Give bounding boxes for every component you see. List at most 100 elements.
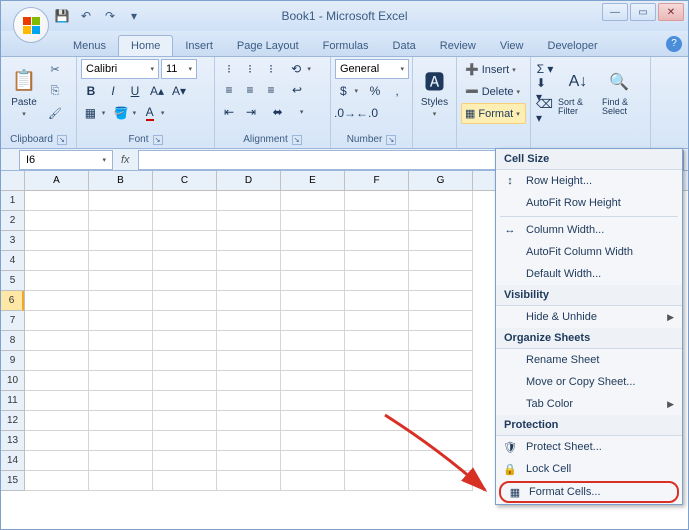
row-header[interactable]: 15 — [1, 471, 24, 491]
tab-menus[interactable]: Menus — [61, 36, 118, 56]
cell[interactable] — [89, 311, 153, 331]
cell[interactable] — [89, 371, 153, 391]
cell[interactable] — [217, 231, 281, 251]
cell[interactable] — [345, 231, 409, 251]
cell[interactable] — [281, 411, 345, 431]
cell[interactable] — [409, 431, 473, 451]
cell[interactable] — [89, 231, 153, 251]
cell[interactable] — [25, 191, 89, 211]
cell[interactable] — [281, 231, 345, 251]
row-header[interactable]: 13 — [1, 431, 24, 451]
menu-lock-cell[interactable]: 🔒Lock Cell — [496, 458, 682, 480]
orientation-button[interactable]: ⟲▾ — [287, 59, 315, 79]
percent-format-button[interactable]: % — [365, 81, 385, 101]
column-header[interactable]: G — [409, 171, 473, 190]
increase-decimal-button[interactable]: .0→ — [335, 103, 355, 123]
fill-color-button[interactable]: 🪣▾ — [111, 103, 139, 123]
menu-default-width[interactable]: Default Width... — [496, 263, 682, 285]
help-button[interactable]: ? — [666, 36, 682, 52]
cell[interactable] — [345, 191, 409, 211]
cell[interactable] — [345, 411, 409, 431]
cell[interactable] — [345, 271, 409, 291]
row-header[interactable]: 12 — [1, 411, 24, 431]
select-all-corner[interactable] — [1, 171, 25, 191]
paste-button[interactable]: 📋 Paste ▾ — [5, 59, 43, 125]
cell[interactable] — [153, 471, 217, 491]
cell[interactable] — [217, 351, 281, 371]
accounting-format-button[interactable]: $▾ — [335, 81, 363, 101]
cell[interactable] — [409, 271, 473, 291]
cell[interactable] — [153, 331, 217, 351]
cell[interactable] — [25, 471, 89, 491]
merge-center-button[interactable]: ⬌▾ — [263, 102, 313, 122]
cell[interactable] — [89, 271, 153, 291]
undo-icon[interactable]: ↶ — [75, 5, 97, 27]
cut-icon[interactable]: ✂ — [45, 59, 65, 79]
row-header[interactable]: 2 — [1, 211, 24, 231]
cell[interactable] — [217, 411, 281, 431]
cell[interactable] — [89, 471, 153, 491]
cell[interactable] — [217, 471, 281, 491]
tab-developer[interactable]: Developer — [536, 36, 610, 56]
cell[interactable] — [25, 351, 89, 371]
menu-autofit-row[interactable]: AutoFit Row Height — [496, 192, 682, 214]
column-header[interactable]: F — [345, 171, 409, 190]
cell[interactable] — [281, 331, 345, 351]
font-name-combo[interactable]: Calibri▾ — [81, 59, 159, 79]
clear-button[interactable]: ⌫ ▾ — [535, 101, 555, 121]
row-header[interactable]: 6 — [1, 291, 24, 311]
cell[interactable] — [89, 251, 153, 271]
cell[interactable] — [345, 431, 409, 451]
cell[interactable] — [217, 211, 281, 231]
font-color-button[interactable]: A▾ — [141, 103, 169, 123]
font-size-combo[interactable]: 11▾ — [161, 59, 197, 79]
cell[interactable] — [409, 451, 473, 471]
tab-home[interactable]: Home — [118, 35, 173, 56]
menu-autofit-column[interactable]: AutoFit Column Width — [496, 241, 682, 263]
row-header[interactable]: 9 — [1, 351, 24, 371]
cell[interactable] — [153, 211, 217, 231]
italic-button[interactable]: I — [103, 81, 123, 101]
cell[interactable] — [409, 311, 473, 331]
insert-cells-button[interactable]: ➕Insert▾ — [461, 59, 526, 80]
row-header[interactable]: 8 — [1, 331, 24, 351]
underline-button[interactable]: U — [125, 81, 145, 101]
menu-format-cells[interactable]: ▦Format Cells... — [499, 481, 679, 503]
tab-data[interactable]: Data — [381, 36, 428, 56]
delete-cells-button[interactable]: ➖Delete▾ — [461, 81, 526, 102]
cell[interactable] — [345, 331, 409, 351]
cell[interactable] — [89, 211, 153, 231]
align-top-left[interactable]: ⁝ — [219, 59, 239, 79]
cell[interactable] — [25, 231, 89, 251]
cell[interactable] — [25, 211, 89, 231]
cell[interactable] — [409, 371, 473, 391]
cell[interactable] — [345, 311, 409, 331]
border-button[interactable]: ▦▾ — [81, 103, 109, 123]
cell[interactable] — [217, 271, 281, 291]
wrap-text-button[interactable]: ↩ — [287, 80, 307, 100]
cell[interactable] — [281, 431, 345, 451]
tab-insert[interactable]: Insert — [173, 36, 225, 56]
increase-indent-button[interactable]: ⇥ — [241, 102, 261, 122]
cell[interactable] — [281, 371, 345, 391]
cell[interactable] — [89, 431, 153, 451]
row-header[interactable]: 11 — [1, 391, 24, 411]
column-header[interactable]: D — [217, 171, 281, 190]
cell[interactable] — [217, 191, 281, 211]
cell[interactable] — [217, 391, 281, 411]
cell[interactable] — [281, 351, 345, 371]
cell[interactable] — [409, 191, 473, 211]
cell[interactable] — [409, 251, 473, 271]
align-right[interactable]: ≡ — [261, 80, 281, 100]
cell[interactable] — [25, 251, 89, 271]
cell[interactable] — [217, 251, 281, 271]
copy-icon[interactable]: ⎘ — [45, 81, 65, 101]
cell[interactable] — [409, 331, 473, 351]
format-cells-button[interactable]: ▦Format▾ — [461, 103, 526, 124]
cell[interactable] — [153, 411, 217, 431]
bold-button[interactable]: B — [81, 81, 101, 101]
cell[interactable] — [153, 271, 217, 291]
menu-protect-sheet[interactable]: 🛡Protect Sheet... — [496, 436, 682, 458]
cell[interactable] — [89, 331, 153, 351]
cell[interactable] — [281, 211, 345, 231]
